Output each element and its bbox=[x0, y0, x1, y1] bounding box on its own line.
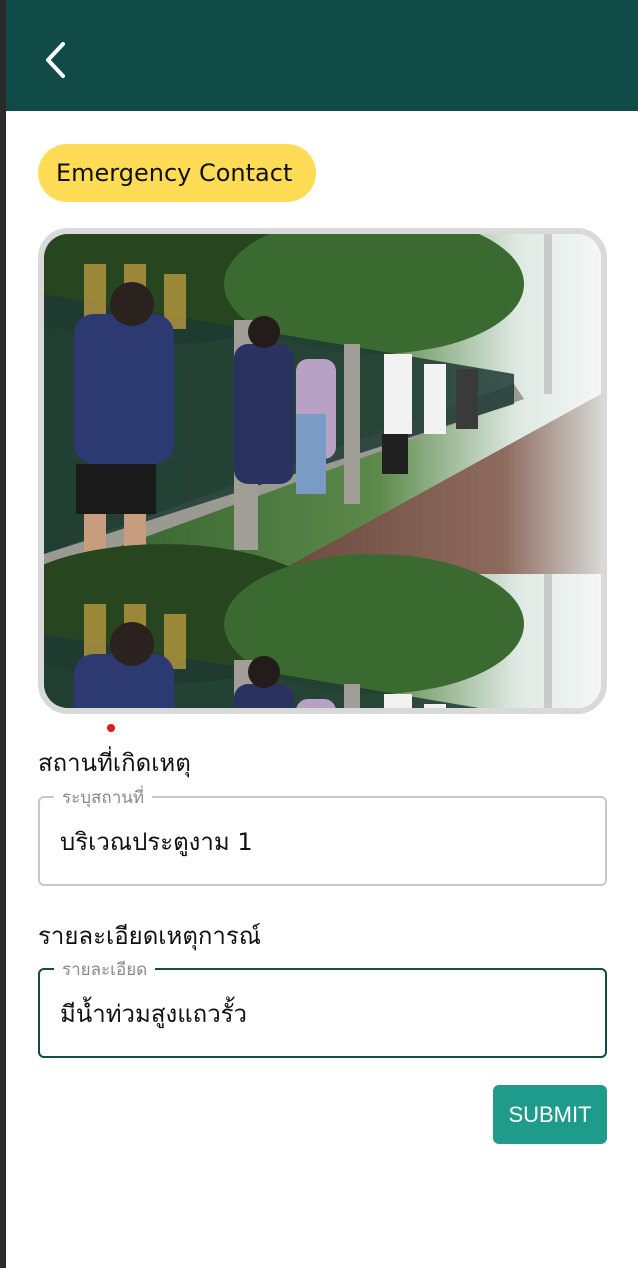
incident-photo[interactable] bbox=[38, 228, 607, 714]
back-button[interactable] bbox=[32, 34, 78, 86]
emergency-contact-chip[interactable]: Emergency Contact bbox=[38, 144, 316, 202]
location-field[interactable]: ระบุสถานที่ บริเวณประตูงาม 1 bbox=[38, 784, 607, 886]
app-bar bbox=[6, 0, 638, 111]
status-dot bbox=[107, 724, 115, 732]
app-screen: Emergency Contact สถานที่เกิดเหตุ ระบุสถ… bbox=[6, 0, 638, 1268]
submit-button[interactable]: SUBMIT bbox=[493, 1085, 607, 1144]
location-section-label: สถานที่เกิดเหตุ bbox=[38, 749, 191, 777]
details-section-label: รายละเอียดเหตุการณ์ bbox=[38, 922, 262, 950]
chevron-left-icon bbox=[46, 42, 65, 78]
location-input[interactable]: บริเวณประตูงาม 1 bbox=[60, 798, 253, 884]
details-input[interactable]: มีน้ำท่วมสูงแถวรั้ว bbox=[60, 970, 247, 1056]
emergency-contact-label: Emergency Contact bbox=[56, 159, 293, 187]
submit-button-label: SUBMIT bbox=[508, 1101, 592, 1127]
details-field[interactable]: รายละเอียด มีน้ำท่วมสูงแถวรั้ว bbox=[38, 956, 607, 1058]
flood-photo-image bbox=[44, 234, 601, 708]
